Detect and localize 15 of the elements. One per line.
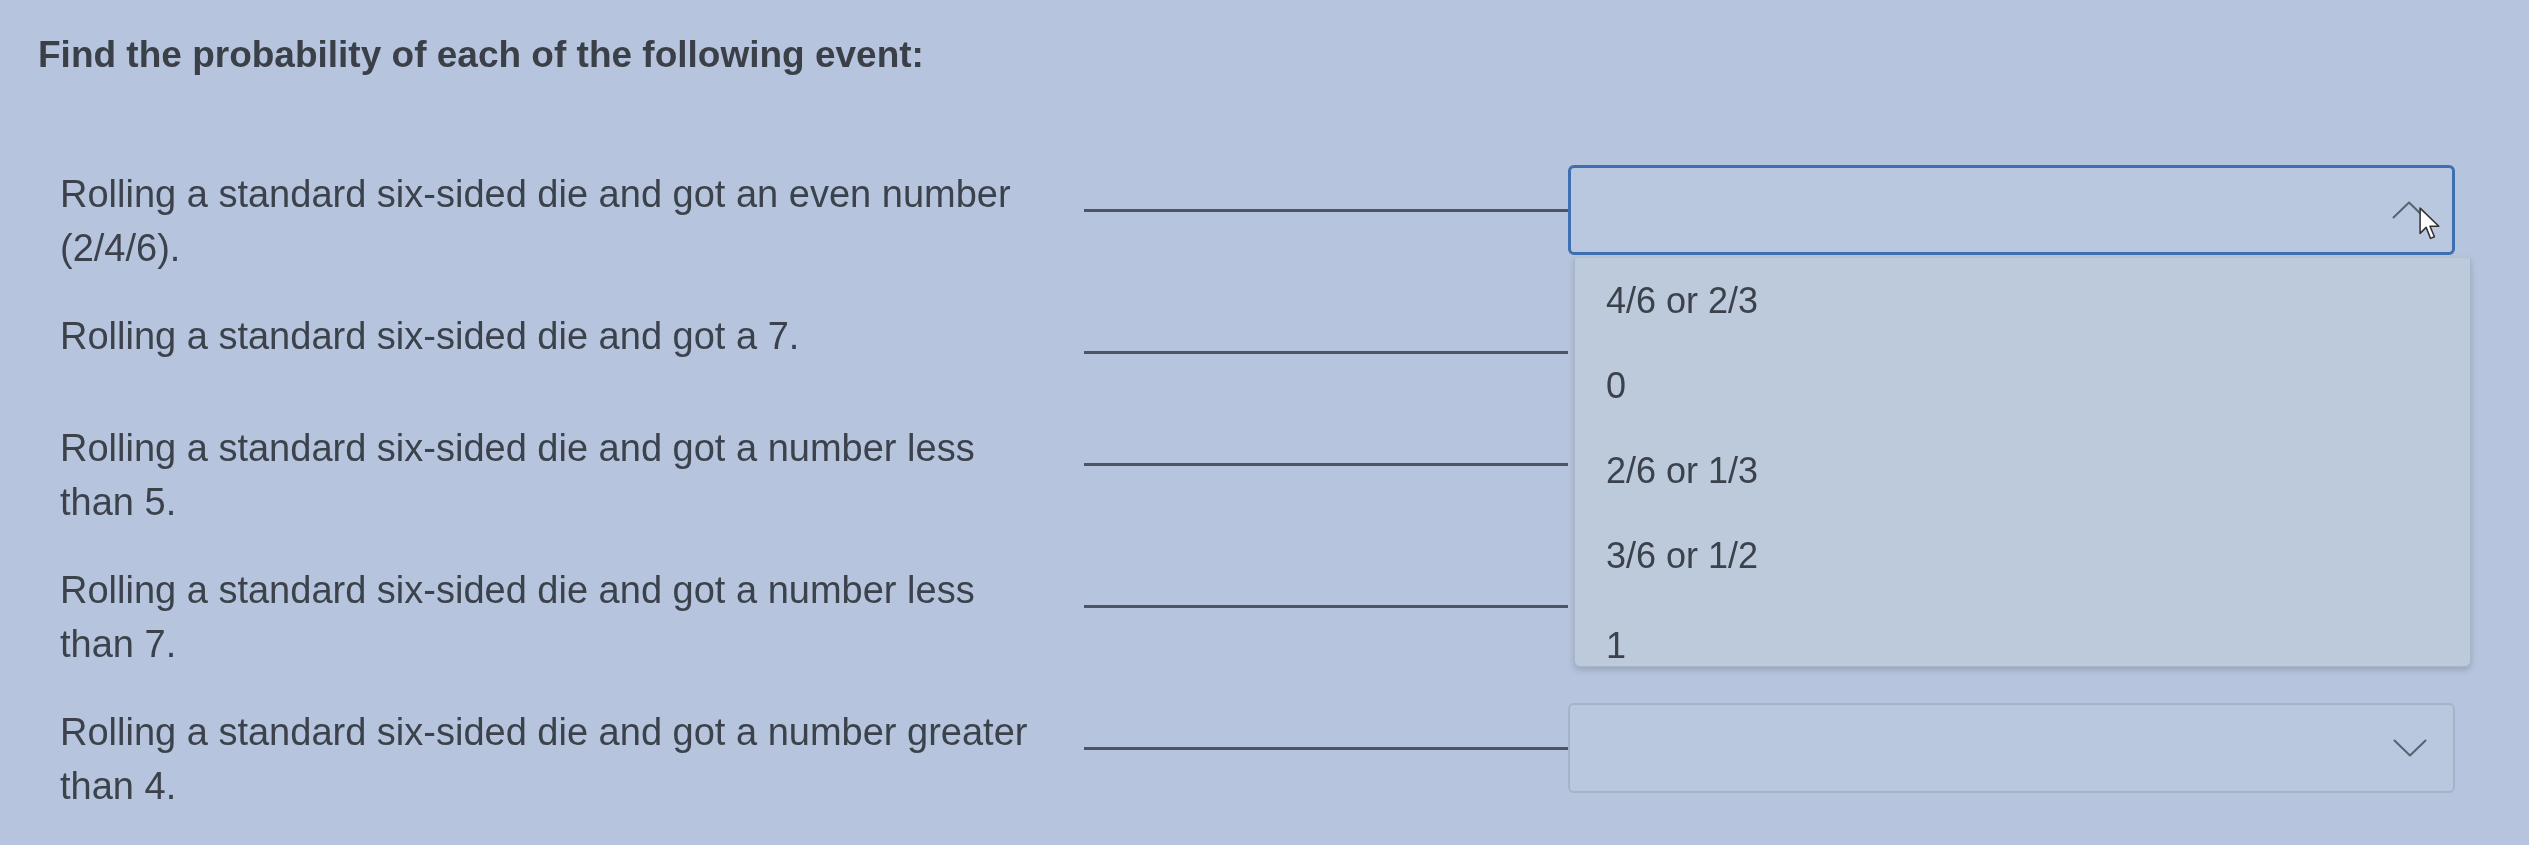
option-item[interactable]: 3/6 or 1/2	[1575, 513, 2470, 598]
dropdown-field[interactable]	[1568, 703, 2455, 793]
question-text: Rolling a standard six-sided die and got a number less than 5.	[60, 426, 976, 525]
question-text: Rolling a standard six-sided die and got a 7.	[60, 314, 801, 359]
question-text: Rolling a standard six-sided die and got an even number (2/4/6).	[60, 172, 1012, 271]
option-item[interactable]: 1	[1575, 598, 2470, 666]
question-text: Rolling a standard six-sided die and got a number greater than 4.	[60, 710, 1029, 809]
question-text: Rolling a standard six-sided die and got a number less than 7.	[60, 568, 976, 667]
dropdown-field[interactable]	[1568, 165, 2455, 255]
chevron-down-icon	[2393, 739, 2427, 757]
option-item[interactable]: 2/6 or 1/3	[1575, 428, 2470, 513]
option-item[interactable]: 4/6 or 2/3	[1575, 258, 2470, 343]
instruction-text: Find the probability of each of the following event:	[38, 35, 924, 75]
cursor-icon	[2419, 207, 2441, 240]
option-item[interactable]: 0	[1575, 343, 2470, 428]
